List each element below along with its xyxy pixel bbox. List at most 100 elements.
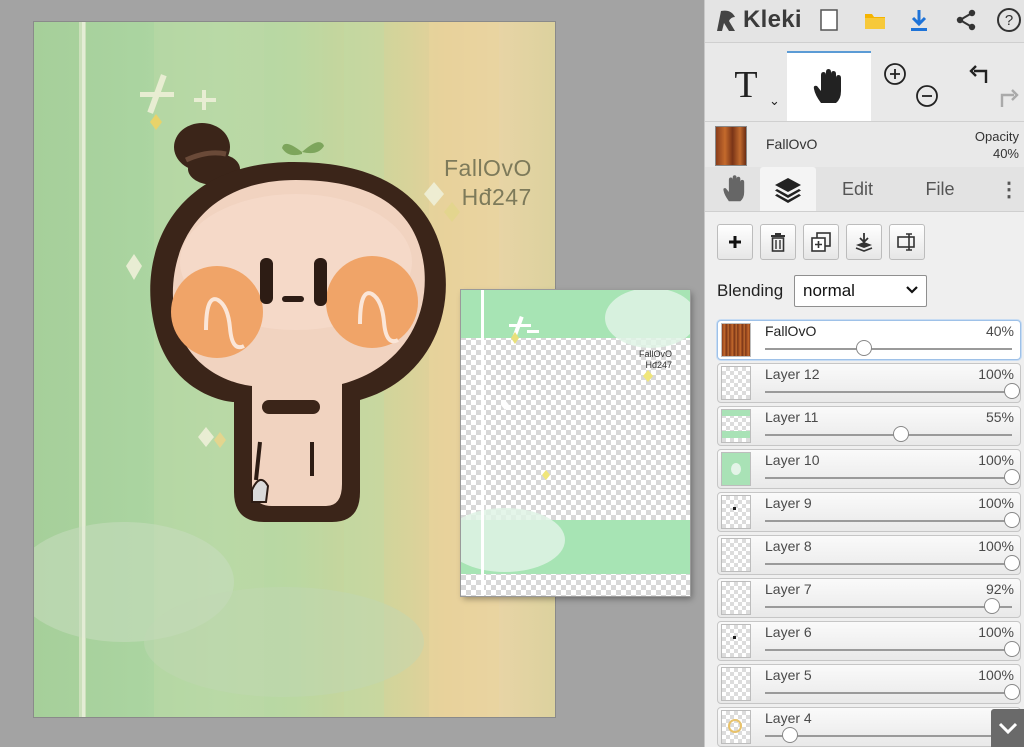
- layer-opacity-slider[interactable]: [765, 598, 1012, 614]
- top-bar: Kleki ?: [705, 0, 1024, 43]
- current-layer-opacity: Opacity 40%: [975, 128, 1019, 162]
- opacity-value: 40%: [992, 146, 1019, 161]
- kleki-logo-icon: [717, 10, 735, 31]
- layer-opacity-slider-handle[interactable]: [1004, 383, 1020, 399]
- layer-thumbnail: [721, 581, 751, 615]
- help-button[interactable]: ?: [993, 4, 1024, 36]
- layer-opacity-slider-handle[interactable]: [781, 727, 798, 743]
- rename-icon: [897, 233, 915, 251]
- thumbnail-mark: [733, 507, 736, 510]
- new-file-icon: [820, 9, 838, 31]
- layer-opacity-slider-handle[interactable]: [984, 598, 1001, 614]
- layer-opacity-slider-handle[interactable]: [1004, 684, 1020, 700]
- hand-tool-button[interactable]: [787, 51, 871, 121]
- layer-name: Layer 6: [765, 624, 812, 640]
- zoom-out-button[interactable]: [915, 84, 939, 113]
- layer-opacity-slider-handle[interactable]: [1004, 555, 1020, 571]
- zoom-out-icon: [916, 85, 938, 107]
- rename-layer-button[interactable]: [889, 224, 925, 260]
- panel-tabs: Edit File ⋮: [705, 167, 1024, 212]
- text-tool-label: T: [734, 64, 758, 106]
- layer-opacity-slider-handle[interactable]: [1004, 641, 1020, 657]
- layer-opacity-slider[interactable]: [765, 469, 1020, 485]
- share-button[interactable]: [950, 4, 982, 36]
- duplicate-layer-button[interactable]: [803, 224, 839, 260]
- kleki-logo[interactable]: Kleki: [715, 6, 802, 34]
- tab-layers[interactable]: [760, 167, 816, 211]
- layer-row[interactable]: Layer 12 100%: [717, 363, 1021, 403]
- preview-watermark-line2: Hđ247: [645, 360, 673, 370]
- layer-name: Layer 10: [765, 452, 820, 468]
- layer-name: Layer 4: [765, 710, 812, 726]
- layer-thumbnail: [721, 710, 751, 744]
- layer-opacity-slider[interactable]: [765, 340, 1012, 356]
- folder-icon: [865, 14, 885, 29]
- layer-preview-window[interactable]: FallOvO Hđ247: [461, 290, 690, 596]
- trash-icon: [771, 233, 785, 252]
- layer-opacity-slider[interactable]: [765, 684, 1020, 700]
- delete-layer-button[interactable]: [760, 224, 796, 260]
- thumbnail-mark: [722, 410, 750, 416]
- tool-row: T ⌄: [705, 43, 1024, 122]
- add-layer-button[interactable]: [717, 224, 753, 260]
- chevron-down-icon: [906, 286, 918, 294]
- layer-opacity-slider-handle[interactable]: [1004, 469, 1020, 485]
- tab-file[interactable]: File: [905, 167, 975, 211]
- drawing-workspace[interactable]: FallOvO Hđ247 FallOvO Hđ247: [0, 0, 704, 747]
- layer-thumbnail: [721, 667, 751, 701]
- download-button[interactable]: [903, 4, 935, 36]
- tab-edit[interactable]: Edit: [825, 167, 890, 211]
- layer-row[interactable]: FallOvO 40%: [717, 320, 1021, 360]
- layer-name: Layer 5: [765, 667, 812, 683]
- layer-opacity-slider-handle[interactable]: [1004, 512, 1020, 528]
- layer-row[interactable]: Layer 41: [717, 707, 1021, 747]
- layer-opacity-slider-handle[interactable]: [855, 340, 872, 356]
- layer-row[interactable]: Layer 11 55%: [717, 406, 1021, 446]
- blending-label: Blending: [717, 281, 784, 300]
- tab-hand[interactable]: [715, 167, 755, 211]
- chevron-down-icon: [998, 722, 1018, 735]
- scroll-down-button[interactable]: [991, 709, 1024, 747]
- layer-toolbar: [705, 212, 1024, 272]
- layer-thumbnail: [721, 409, 751, 443]
- share-icon: [956, 9, 976, 31]
- layer-opacity: 100%: [978, 667, 1014, 683]
- layer-name: FallOvO: [765, 323, 817, 339]
- redo-button[interactable]: [997, 85, 1021, 114]
- layer-row[interactable]: Layer 9 100%: [717, 492, 1021, 532]
- layer-opacity-slider[interactable]: [765, 512, 1020, 528]
- undo-button[interactable]: [967, 61, 991, 90]
- layer-thumbnail: [721, 452, 751, 486]
- layer-opacity-slider[interactable]: [765, 426, 1012, 442]
- layer-opacity-slider[interactable]: [765, 727, 1012, 743]
- new-image-button[interactable]: [813, 4, 845, 36]
- layer-opacity: 40%: [985, 323, 1014, 339]
- layer-opacity: 92%: [985, 581, 1014, 597]
- zoom-in-button[interactable]: [883, 62, 907, 91]
- app-name: Kleki: [743, 6, 802, 33]
- merge-down-button[interactable]: [846, 224, 882, 260]
- layer-row[interactable]: Layer 6 100%: [717, 621, 1021, 661]
- opacity-label: Opacity: [974, 129, 1019, 144]
- layer-row[interactable]: Layer 7 92%: [717, 578, 1021, 618]
- layer-opacity-slider[interactable]: [765, 555, 1020, 571]
- current-layer-info: FallOvO Opacity 40%: [705, 122, 1024, 166]
- canvas-watermark-line1: FallOvO: [444, 155, 532, 181]
- more-menu-button[interactable]: ⋮: [997, 167, 1021, 211]
- layer-opacity-slider[interactable]: [765, 641, 1020, 657]
- blending-row: Blending normal: [705, 272, 1024, 312]
- layer-opacity-slider-handle[interactable]: [892, 426, 909, 442]
- current-layer-thumbnail: [715, 126, 747, 166]
- layer-opacity: 100%: [978, 495, 1014, 511]
- layer-row[interactable]: Layer 8 100%: [717, 535, 1021, 575]
- chevron-down-icon[interactable]: ⌄: [769, 93, 780, 109]
- layer-list: FallOvO 40% Layer 12 100% Layer 11 55% Layer 1…: [705, 312, 1024, 747]
- layer-row[interactable]: Layer 5 100%: [717, 664, 1021, 704]
- hand-icon: [813, 69, 841, 103]
- hand-icon: [723, 175, 745, 202]
- blending-mode-select[interactable]: normal: [794, 275, 927, 307]
- help-icon: ?: [997, 8, 1021, 32]
- open-file-button[interactable]: [859, 4, 891, 36]
- layer-opacity-slider[interactable]: [765, 383, 1020, 399]
- layer-row[interactable]: Layer 10 100%: [717, 449, 1021, 489]
